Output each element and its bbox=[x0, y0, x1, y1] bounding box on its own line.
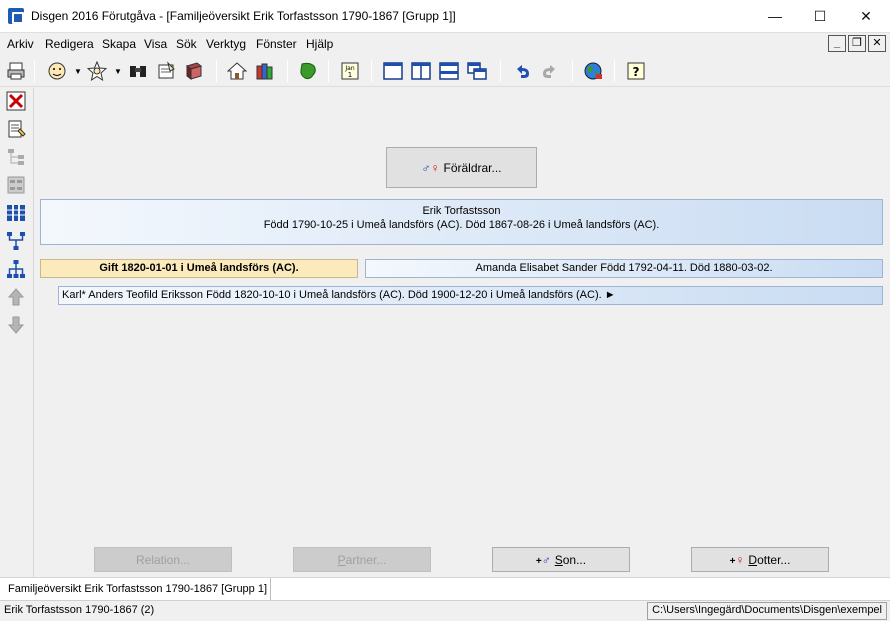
layout-vertical-split-icon[interactable] bbox=[410, 60, 432, 82]
menu-bar: Arkiv Redigera Skapa Visa Sök Verktyg Fö… bbox=[0, 33, 890, 55]
partner-button[interactable]: Partner... bbox=[293, 547, 431, 572]
layout-cascade-icon[interactable] bbox=[466, 60, 488, 82]
mdi-restore-button[interactable]: ❐ bbox=[848, 35, 866, 52]
undo-icon[interactable] bbox=[511, 60, 533, 82]
redo-icon[interactable] bbox=[539, 60, 561, 82]
main-person-box[interactable]: Erik Torfastsson Född 1790-10-25 i Umeå … bbox=[40, 199, 883, 245]
delete-icon[interactable] bbox=[6, 91, 26, 111]
toolbar: ▼ ▼ Jan 1 ? bbox=[0, 55, 890, 87]
person-face-icon[interactable] bbox=[46, 60, 68, 82]
add-son-button-label: Son... bbox=[554, 552, 587, 567]
window-tab-strip: Familjeöversikt Erik Torfastsson 1790-18… bbox=[0, 577, 890, 601]
parents-button[interactable]: ♂♀ Föräldrar... bbox=[386, 147, 537, 188]
menu-arkiv[interactable]: Arkiv bbox=[7, 37, 34, 51]
layout-horizontal-split-icon[interactable] bbox=[438, 60, 460, 82]
mdi-controls: _ ❐ ✕ bbox=[828, 35, 886, 52]
dropdown-arrow-icon[interactable]: ▼ bbox=[114, 67, 122, 76]
edit-document-icon[interactable] bbox=[6, 119, 26, 139]
minimize-button[interactable]: — bbox=[752, 0, 798, 32]
svg-text:?: ? bbox=[633, 65, 640, 79]
help-icon[interactable]: ? bbox=[625, 60, 647, 82]
close-button[interactable]: ✕ bbox=[843, 0, 889, 32]
print-icon[interactable] bbox=[5, 60, 27, 82]
family-overview: ♂♀ Föräldrar... Erik Torfastsson Född 17… bbox=[35, 88, 888, 544]
add-daughter-button[interactable]: +♀ Dotter... bbox=[691, 547, 829, 572]
window-title: Disgen 2016 Förutgåva - [Familjeöversikt… bbox=[31, 9, 456, 23]
descendants-tree-icon[interactable] bbox=[6, 259, 26, 279]
add-son-button[interactable]: +♂ Son... bbox=[492, 547, 630, 572]
partner-button-label: Partner... bbox=[337, 552, 387, 567]
bottom-button-strip: Relation... Partner... +♂ Son... +♀ Dott… bbox=[35, 544, 888, 576]
left-toolbar bbox=[0, 88, 34, 578]
dropdown-arrow-icon[interactable]: ▼ bbox=[74, 67, 82, 76]
calendar-icon[interactable]: Jan 1 bbox=[339, 60, 361, 82]
menu-visa[interactable]: Visa bbox=[144, 37, 167, 51]
svg-text:1: 1 bbox=[348, 71, 352, 79]
marriage-box[interactable]: Gift 1820-01-01 i Umeå landsförs (AC). bbox=[40, 259, 358, 278]
relation-button[interactable]: Relation... bbox=[94, 547, 232, 572]
go-up-grey-icon[interactable] bbox=[6, 287, 26, 307]
map-icon[interactable] bbox=[297, 60, 319, 82]
mdi-close-button[interactable]: ✕ bbox=[868, 35, 886, 52]
tab-family-overview[interactable]: Familjeöversikt Erik Torfastsson 1790-18… bbox=[0, 578, 271, 601]
mdi-minimize-button[interactable]: _ bbox=[828, 35, 846, 52]
ancestors-tree-icon[interactable] bbox=[6, 231, 26, 251]
child-row[interactable]: Karl* Anders Teofild Eriksson Född 1820-… bbox=[58, 286, 883, 305]
person-star-icon[interactable] bbox=[86, 60, 108, 82]
title-bar: Disgen 2016 Förutgåva - [Familjeöversikt… bbox=[0, 0, 890, 33]
globe-icon[interactable] bbox=[582, 60, 604, 82]
book-icon[interactable] bbox=[183, 60, 205, 82]
person-name: Erik Torfastsson bbox=[422, 205, 501, 217]
menu-sok[interactable]: Sök bbox=[176, 37, 197, 51]
columns-icon[interactable] bbox=[6, 203, 26, 223]
parents-button-label: Föräldrar... bbox=[443, 160, 502, 175]
relation-button-label: Relation... bbox=[135, 552, 191, 567]
status-path: C:\Users\Ingegärd\Documents\Disgen\exemp… bbox=[647, 602, 887, 620]
status-bar: Erik Torfastsson 1790-1867 (2) C:\Users\… bbox=[0, 600, 890, 621]
chart-grey-icon[interactable] bbox=[6, 175, 26, 195]
layout-single-icon[interactable] bbox=[382, 60, 404, 82]
menu-verktyg[interactable]: Verktyg bbox=[206, 37, 246, 51]
menu-skapa[interactable]: Skapa bbox=[102, 37, 136, 51]
go-down-grey-icon[interactable] bbox=[6, 315, 26, 335]
home-icon[interactable] bbox=[226, 60, 248, 82]
menu-hjalp[interactable]: Hjälp bbox=[306, 37, 333, 51]
add-daughter-icon: +♀ bbox=[729, 552, 745, 567]
books-icon[interactable] bbox=[254, 60, 276, 82]
add-son-icon: +♂ bbox=[535, 552, 551, 567]
menu-fonster[interactable]: Fönster bbox=[256, 37, 297, 51]
menu-redigera[interactable]: Redigera bbox=[45, 37, 94, 51]
maximize-button[interactable]: ☐ bbox=[797, 0, 843, 32]
edit-hand-icon[interactable] bbox=[155, 60, 177, 82]
status-person: Erik Torfastsson 1790-1867 (2) bbox=[4, 604, 155, 616]
binoculars-icon[interactable] bbox=[127, 60, 149, 82]
parents-icon: ♂♀ bbox=[421, 160, 440, 175]
add-daughter-button-label: Dotter... bbox=[748, 552, 791, 567]
app-icon bbox=[8, 8, 24, 24]
person-details: Född 1790-10-25 i Umeå landsförs (AC). D… bbox=[263, 219, 660, 231]
tree-grey-icon[interactable] bbox=[6, 147, 26, 167]
partner-box[interactable]: Amanda Elisabet Sander Född 1792-04-11. … bbox=[365, 259, 883, 278]
